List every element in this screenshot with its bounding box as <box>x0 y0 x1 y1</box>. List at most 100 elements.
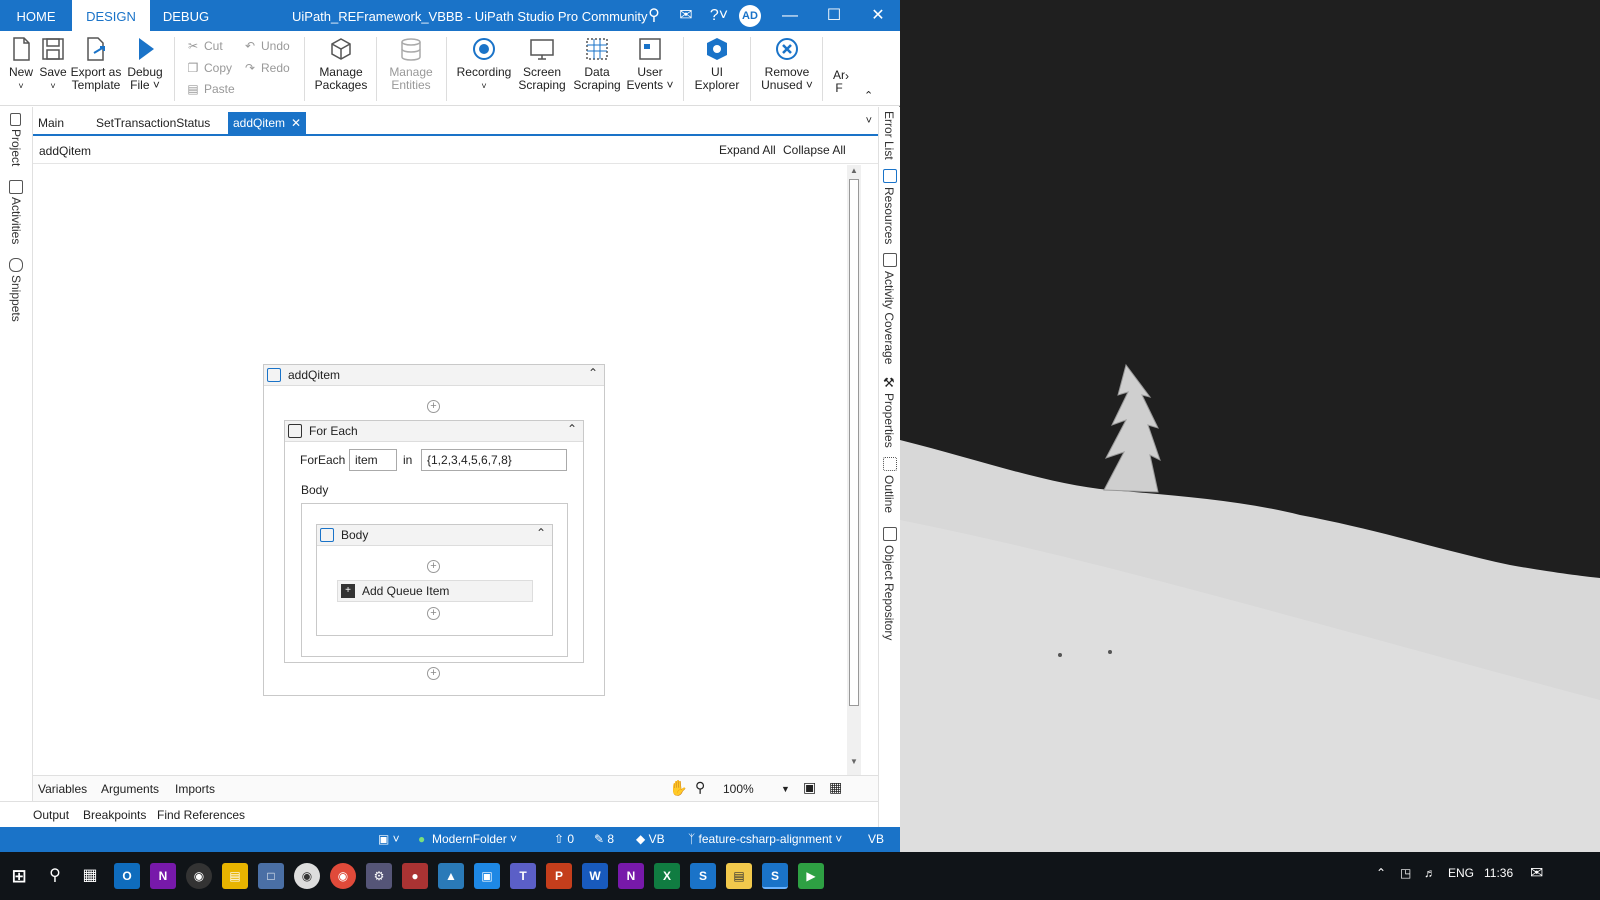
teams-icon[interactable]: T <box>510 863 536 889</box>
notepad-icon[interactable]: ▤ <box>726 863 752 889</box>
imports-tab[interactable]: Imports <box>175 782 215 796</box>
help-icon[interactable]: ?˅ <box>706 6 732 26</box>
browser-icon[interactable]: ◉ <box>294 863 320 889</box>
close-button[interactable]: ✕ <box>856 0 900 31</box>
ui-explorer-button[interactable]: UI Explorer <box>692 35 742 92</box>
add-activity-icon[interactable]: + <box>427 667 440 680</box>
paste-button[interactable]: ▤ Paste <box>186 82 234 96</box>
search-icon[interactable]: ⚲ <box>644 6 664 26</box>
powerpoint-icon[interactable]: P <box>546 863 572 889</box>
notifications-icon[interactable]: ✉ <box>1530 863 1543 883</box>
add-activity-icon[interactable]: + <box>427 607 440 620</box>
wifi-icon[interactable]: ◳ <box>1400 866 1411 880</box>
panel-tab-activity-coverage[interactable]: Activity Coverage <box>882 271 896 364</box>
uipath-studio-icon[interactable]: S <box>690 863 716 889</box>
arguments-tab[interactable]: Arguments <box>101 782 159 796</box>
panel-tab-resources[interactable]: Resources <box>882 187 896 244</box>
task-view-icon[interactable]: ▦ <box>77 863 103 889</box>
sequence-activity[interactable]: addQitem ⌃ + For Each ⌃ ForEach item in … <box>263 364 605 696</box>
scroll-down-icon[interactable]: ▼ <box>847 757 861 769</box>
fit-to-screen-icon[interactable]: ▣ <box>803 779 816 796</box>
collapse-icon[interactable]: ⌃ <box>567 422 577 436</box>
outlook-icon[interactable]: O <box>114 863 140 889</box>
canvas-scrollbar[interactable]: ▲ ▼ <box>847 165 861 785</box>
save-button[interactable]: Save ˅ <box>38 35 68 93</box>
zoom-dropdown-icon[interactable]: ▼ <box>781 784 790 794</box>
undo-button[interactable]: ↶ Undo <box>243 39 290 53</box>
screen-scraping-button[interactable]: Screen Scraping <box>516 35 568 92</box>
redo-button[interactable]: ↷ Redo <box>243 61 290 75</box>
maximize-button[interactable]: ☐ <box>812 0 856 31</box>
debug-file-button[interactable]: Debug File ˅ <box>124 35 166 92</box>
body-sequence[interactable]: Body ⌃ + + Add Queue Item + <box>316 524 553 636</box>
file-explorer-icon[interactable]: ▤ <box>222 863 248 889</box>
export-template-button[interactable]: Export as Template <box>70 35 122 92</box>
scrollbar-thumb[interactable] <box>849 179 859 706</box>
app-icon[interactable]: ▣ <box>474 863 500 889</box>
manage-packages-button[interactable]: Manage Packages <box>312 35 370 92</box>
input-language[interactable]: ENG <box>1448 866 1474 880</box>
uipath-robot-icon[interactable]: ▶ <box>798 863 824 889</box>
close-tab-icon[interactable]: ✕ <box>291 116 301 130</box>
avatar[interactable]: AD <box>739 5 761 27</box>
new-button[interactable]: New ˅ <box>6 35 36 93</box>
doc-tab-main[interactable]: Main <box>33 112 69 134</box>
collapse-ribbon-icon[interactable]: ⌃ <box>864 89 873 102</box>
zoom-icon[interactable]: ⚲ <box>695 779 705 796</box>
tab-design[interactable]: DESIGN <box>72 0 150 31</box>
app-icon[interactable]: □ <box>258 863 284 889</box>
panel-tab-activities[interactable]: Activities <box>9 197 23 244</box>
panel-tab-object-repository[interactable]: Object Repository <box>882 545 896 640</box>
collapse-icon[interactable]: ⌃ <box>536 526 546 540</box>
scroll-up-icon[interactable]: ▲ <box>847 166 861 178</box>
foreach-variable-field[interactable]: item <box>349 449 397 471</box>
volume-icon[interactable]: ♬ <box>1424 866 1436 880</box>
ribbon-scroll-right-icon[interactable]: › <box>845 69 849 83</box>
panel-tab-error-list[interactable]: Error List <box>882 111 896 160</box>
add-activity-icon[interactable]: + <box>427 400 440 413</box>
add-activity-icon[interactable]: + <box>427 560 440 573</box>
folder-selector[interactable]: ModernFolder ˅ <box>432 832 517 846</box>
chrome-icon[interactable]: ◉ <box>330 863 356 889</box>
tabs-dropdown-icon[interactable]: ˅ <box>866 115 872 127</box>
breadcrumb-item[interactable]: addQitem <box>39 144 91 158</box>
recording-button[interactable]: Recording ˅ <box>456 35 512 93</box>
zoom-level-select[interactable]: 100% <box>723 782 754 796</box>
uipath-studio-active-icon[interactable]: S <box>762 863 788 889</box>
output-tab[interactable]: Output <box>33 808 69 822</box>
find-references-tab[interactable]: Find References <box>157 808 245 822</box>
data-scraping-button[interactable]: Data Scraping <box>572 35 622 92</box>
tab-debug[interactable]: DEBUG <box>150 0 222 31</box>
remove-unused-button[interactable]: Remove Unused ˅ <box>758 35 816 92</box>
orchestrator-icon[interactable]: ▣ ˅ <box>378 832 400 846</box>
panel-tab-snippets[interactable]: Snippets <box>9 275 23 322</box>
publish-count[interactable]: ⇧ 0 <box>554 832 574 846</box>
collapse-all-link[interactable]: Collapse All <box>783 143 846 157</box>
tray-expand-icon[interactable]: ⌃ <box>1376 866 1386 880</box>
windows-start-icon[interactable]: ⊞ <box>6 863 32 889</box>
foreach-activity[interactable]: For Each ⌃ ForEach item in {1,2,3,4,5,6,… <box>284 420 584 663</box>
foreach-values-field[interactable]: {1,2,3,4,5,6,7,8} <box>421 449 567 471</box>
word-icon[interactable]: W <box>582 863 608 889</box>
overview-icon[interactable]: ▦ <box>829 779 842 796</box>
onenote-icon[interactable]: N <box>618 863 644 889</box>
cut-button[interactable]: ✂ Cut <box>186 39 223 53</box>
expand-all-link[interactable]: Expand All <box>719 143 776 157</box>
onenote-icon[interactable]: N <box>150 863 176 889</box>
branch-selector[interactable]: ᛉ feature-csharp-alignment ˅ <box>688 832 842 846</box>
panel-tab-outline[interactable]: Outline <box>882 475 896 513</box>
search-icon[interactable]: ⚲ <box>42 863 68 889</box>
edit-count[interactable]: ✎ 8 <box>594 832 614 846</box>
doc-tab-settransactionstatus[interactable]: SetTransactionStatus <box>91 112 215 134</box>
user-events-button[interactable]: User Events ˅ <box>626 35 674 92</box>
hand-pan-icon[interactable]: ✋ <box>669 779 688 797</box>
language-indicator[interactable]: ◆ VB <box>636 832 665 846</box>
excel-icon[interactable]: X <box>654 863 680 889</box>
panel-tab-project[interactable]: Project <box>9 129 23 166</box>
app-icon[interactable]: ⚙ <box>366 863 392 889</box>
panel-tab-properties[interactable]: Properties <box>882 393 896 448</box>
app-icon[interactable]: ◉ <box>186 863 212 889</box>
collapse-icon[interactable]: ⌃ <box>588 366 598 380</box>
minimize-button[interactable]: — <box>768 0 812 31</box>
feedback-icon[interactable]: ✉ <box>676 6 696 26</box>
